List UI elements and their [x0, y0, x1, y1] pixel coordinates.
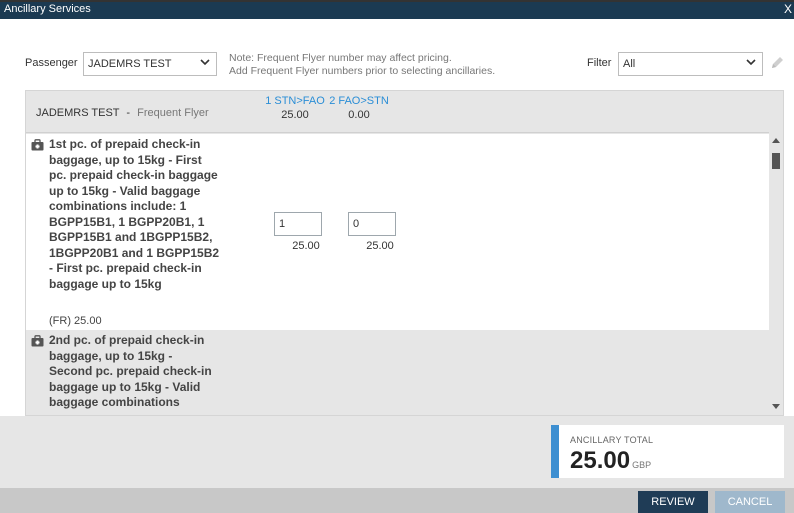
- description-line: up to 15kg - Valid baggage: [49, 183, 201, 198]
- cancel-button[interactable]: CANCEL: [715, 491, 785, 513]
- close-button[interactable]: X: [784, 2, 792, 16]
- description-line: pc. prepaid check-in baggage: [49, 168, 218, 182]
- passenger-header: JADEMRS TEST - Frequent Flyer: [36, 107, 209, 119]
- segment-code[interactable]: 1 STN>FAO: [265, 95, 325, 107]
- title-bar: Ancillary Services X: [0, 0, 794, 19]
- scroll-down-arrow-icon[interactable]: [772, 404, 780, 409]
- title-top-border: [0, 0, 794, 2]
- ancillary-table: JADEMRS TEST - Frequent Flyer 1 STN>FAO …: [25, 90, 784, 416]
- frequent-flyer-note: Note: Frequent Flyer number may affect p…: [229, 52, 495, 78]
- segment-code[interactable]: 2 FAO>STN: [329, 95, 389, 107]
- frequent-flyer-link[interactable]: Frequent Flyer: [137, 107, 209, 119]
- baggage-icon: [31, 139, 44, 151]
- description-line: baggage, up to 15kg -: [49, 348, 173, 363]
- description-line: 1BGPP20B1 and 1 BGPP15B2: [49, 245, 220, 260]
- ancillary-total-box: ANCILLARY TOTAL 25.00 GBP: [551, 425, 784, 478]
- scroll-up-arrow-icon[interactable]: [772, 138, 780, 143]
- passenger-select-value: JADEMRS TEST: [88, 58, 172, 70]
- filter-label: Filter: [587, 57, 612, 69]
- ancillary-row: 2nd pc. of prepaid check-in baggage, up …: [26, 330, 769, 415]
- ancillary-row: 1st pc. of prepaid check-in baggage, up …: [26, 134, 769, 330]
- description-line: baggage up to 15kg: [49, 276, 162, 291]
- ancillary-list: 1st pc. of prepaid check-in baggage, up …: [26, 134, 769, 415]
- ancillary-price: (FR) 25.00: [49, 315, 102, 327]
- description-line: - First pc. prepaid check-in: [49, 261, 202, 275]
- scroll-thumb[interactable]: [772, 153, 780, 169]
- total-amount: 25.00: [570, 447, 631, 474]
- segment-1-price: 25.00: [292, 240, 320, 252]
- total-currency: GBP: [632, 460, 652, 470]
- chevron-down-icon: [746, 59, 756, 66]
- segment-2-header: 2 FAO>STN 0.00: [329, 95, 389, 121]
- filter-select-value: All: [623, 58, 636, 70]
- description-line: 1st pc. of prepaid check-in: [49, 137, 201, 151]
- scrollbar[interactable]: [769, 134, 783, 415]
- quantity-input-segment-2[interactable]: 0: [348, 212, 396, 236]
- note-line-2: Add Frequent Flyer numbers prior to sele…: [229, 65, 496, 77]
- passenger-name: JADEMRS TEST: [36, 107, 120, 119]
- description-line: combinations include: 1: [49, 199, 187, 213]
- ancillary-total-label: ANCILLARY TOTAL: [570, 435, 654, 445]
- review-button[interactable]: REVIEW: [638, 491, 708, 513]
- segment-2-price: 25.00: [366, 240, 394, 252]
- passenger-select[interactable]: JADEMRS TEST: [83, 52, 217, 76]
- description-line: BGPP15B1, 1 BGPP20B1, 1: [49, 214, 205, 229]
- description-line: baggage, up to 15kg - First: [49, 152, 202, 167]
- pencil-icon[interactable]: [769, 55, 785, 71]
- window-title: Ancillary Services: [4, 3, 91, 15]
- note-line-1: Note: Frequent Flyer number may affect p…: [229, 52, 452, 64]
- baggage-icon: [31, 335, 44, 347]
- ancillary-description: 1st pc. of prepaid check-in baggage, up …: [49, 137, 274, 292]
- header-separator: -: [126, 107, 131, 119]
- table-header: JADEMRS TEST - Frequent Flyer 1 STN>FAO …: [26, 91, 769, 133]
- description-line: Second pc. prepaid check-in: [49, 364, 212, 378]
- description-line: baggage combinations: [49, 395, 180, 409]
- description-line: 2nd pc. of prepaid check-in: [49, 333, 205, 347]
- ancillary-total-value: 25.00 GBP: [570, 447, 651, 475]
- ancillary-description: 2nd pc. of prepaid check-in baggage, up …: [49, 333, 274, 411]
- segment-amount: 25.00: [281, 109, 309, 121]
- segment-1-header: 1 STN>FAO 25.00: [265, 95, 325, 121]
- description-line: baggage up to 15kg - Valid: [49, 379, 201, 394]
- passenger-label: Passenger: [25, 57, 78, 69]
- quantity-input-segment-1[interactable]: 1: [274, 212, 322, 236]
- description-line: BGPP15B1 and 1BGPP15B2,: [49, 230, 213, 244]
- segment-amount: 0.00: [348, 109, 370, 121]
- filter-select[interactable]: All: [618, 52, 763, 76]
- chevron-down-icon: [200, 59, 210, 66]
